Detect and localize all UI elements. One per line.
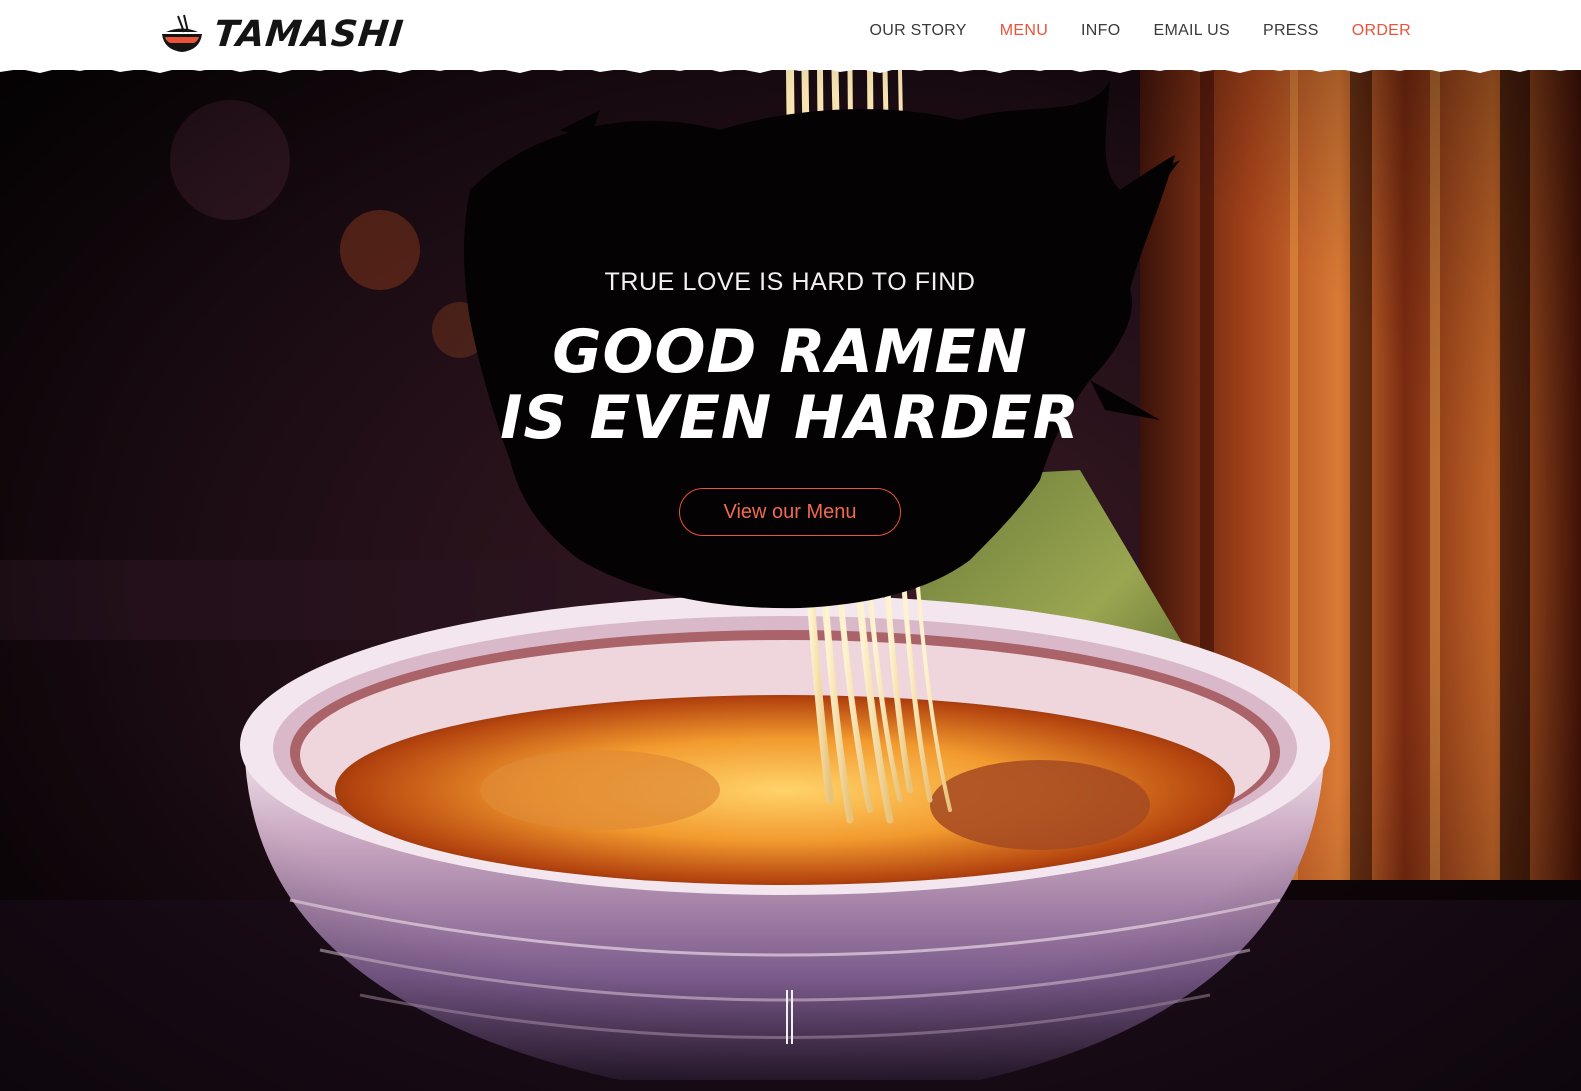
landing-page: TAMASHI OUR STORY MENU INFO EMAIL US PRE… [0,0,1581,1091]
hero-background [0,0,1581,1091]
nav-email-us[interactable]: EMAIL US [1153,22,1230,40]
hero-headline: GOOD RAMEN IS EVEN HARDER [480,319,1100,451]
nav-press[interactable]: PRESS [1263,22,1319,40]
scroll-down-icon[interactable] [786,990,794,1046]
brand-name: TAMASHI [211,13,406,55]
nav-order[interactable]: ORDER [1352,22,1411,40]
ramen-bowl-icon [162,14,202,52]
nav-menu[interactable]: MENU [1000,22,1048,40]
view-menu-button[interactable]: View our Menu [679,488,901,536]
hero-tagline: TRUE LOVE IS HARD TO FIND [604,268,976,296]
site-header: TAMASHI OUR STORY MENU INFO EMAIL US PRE… [0,0,1581,70]
hero-headline-line-1: GOOD RAMEN [552,317,1028,387]
ramen-bowl-photo [0,0,1581,1091]
main-nav: OUR STORY MENU INFO EMAIL US PRESS ORDER [869,22,1411,40]
torn-edge-divider [0,62,1581,73]
nav-our-story[interactable]: OUR STORY [869,22,966,40]
hero-headline-line-2: IS EVEN HARDER [500,383,1080,453]
hero-copy: TRUE LOVE IS HARD TO FIND GOOD RAMEN IS … [480,268,1100,536]
nav-info[interactable]: INFO [1081,22,1120,40]
brand-logo[interactable]: TAMASHI [158,12,406,56]
